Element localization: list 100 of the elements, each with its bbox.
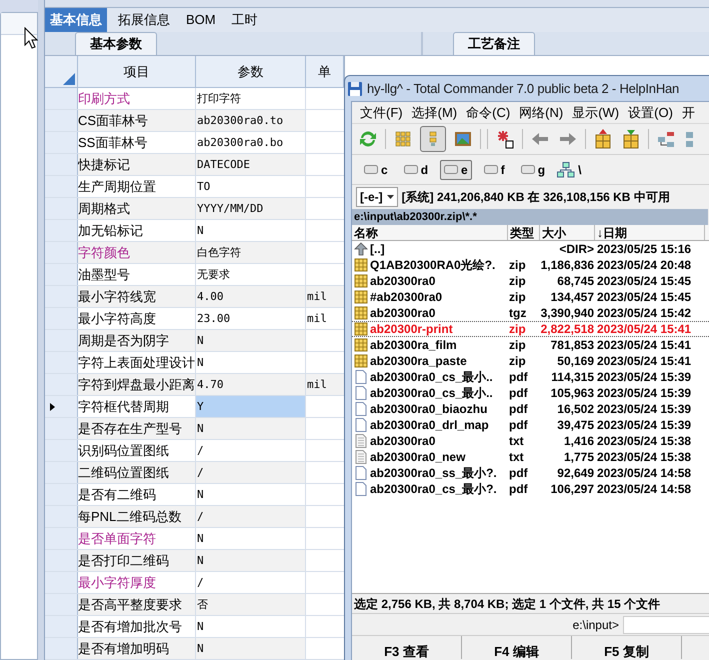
file-row[interactable]: ab20300ra0 tgz 3,390,940 2023/05/24 15:42 [352, 305, 709, 321]
table-cell: 是否高平整度要求 [78, 594, 196, 615]
file-name: ab20300ra0_cs_最小.. [370, 369, 493, 386]
file-name: ab20300ra0_drl_map [370, 417, 489, 434]
archive-icon [354, 354, 368, 368]
menu-item[interactable]: 命令(C) [466, 102, 510, 122]
corner-icon [63, 73, 75, 85]
file-row[interactable]: ab20300ra0_ss_最小?. pdf 92,649 2023/05/24 14:58 [352, 465, 709, 481]
archive-icon [354, 258, 368, 272]
drive-dropdown[interactable]: [-e-] [356, 187, 398, 207]
file-name: [..] [370, 241, 385, 258]
tab[interactable]: 拓展信息 [113, 8, 175, 32]
table-cell: N [196, 616, 306, 637]
table-cell: 生产周期位置 [78, 176, 196, 197]
table-cell: 4.70 [196, 374, 306, 395]
file-type: pdf [509, 370, 528, 384]
menu-item[interactable]: 设置(O) [628, 102, 673, 122]
table-cell: 字符到焊盘最小距离 [78, 374, 196, 395]
function-key-button[interactable]: F5 复制 [572, 636, 682, 659]
file-row[interactable]: Q1AB20300RA0光绘?. zip 1,186,836 2023/05/24 20:48 [352, 257, 709, 273]
function-key-button[interactable]: F4 编辑 [462, 636, 572, 659]
menu-item[interactable]: 网络(N) [519, 102, 564, 122]
file-row[interactable]: ab20300ra0 txt 1,416 2023/05/24 15:38 [352, 433, 709, 449]
table-cell: / [196, 572, 306, 593]
file-row[interactable]: [..] <DIR> 2023/05/25 15:16 [352, 241, 709, 257]
table-cell: 最小字符高度 [78, 308, 196, 329]
table-cell: 识别码位置图纸 [78, 440, 196, 461]
row-header[interactable] [45, 396, 78, 417]
drive-button[interactable]: d [400, 160, 432, 180]
tab[interactable]: 工时 [226, 8, 263, 32]
table-cell: 是否有二维码 [78, 484, 196, 505]
file-date: 2023/05/25 15:16 [597, 242, 692, 256]
table-cell: CS面菲林号 [78, 110, 196, 131]
file-row[interactable]: ab20300r-print zip 2,822,518 2023/05/24 15:41 [352, 321, 709, 337]
table-cell: 23.00 [196, 308, 306, 329]
file-row[interactable]: ab20300ra0 zip 68,745 2023/05/24 15:45 [352, 273, 709, 289]
file-row[interactable]: ab20300ra0_biaozhu pdf 16,502 2023/05/24 15:39 [352, 401, 709, 417]
column-header[interactable]: 类型 [508, 225, 540, 240]
table-cell: 每PNL二维码总数 [78, 506, 196, 527]
file-size: 92,649 [557, 466, 594, 480]
table-cell: 字符颜色 [78, 242, 196, 263]
file-row[interactable]: #ab20300ra0 zip 134,457 2023/05/24 15:45 [352, 289, 709, 305]
file-size: 50,169 [557, 354, 594, 368]
file-date: 2023/05/24 20:48 [597, 258, 692, 272]
network-drive-button[interactable]: \ [557, 160, 582, 178]
function-key-button[interactable]: F3 查看 [352, 636, 462, 659]
table-cell: N [196, 330, 306, 351]
command-line-field[interactable] [623, 616, 709, 634]
file-row[interactable]: ab20300ra_film zip 781,853 2023/05/24 15:41 [352, 337, 709, 353]
drive-icon [404, 165, 418, 174]
column-header[interactable]: 参数 [196, 56, 306, 87]
column-header[interactable]: ↓日期 [595, 225, 705, 240]
table-cell: N [196, 220, 306, 241]
drive-icon [364, 165, 378, 174]
file-name: Q1AB20300RA0光绘?. [370, 257, 496, 274]
table-cell: ab20300ra0.to [196, 110, 306, 131]
table-cell: 快捷标记 [78, 154, 196, 175]
drive-button[interactable]: g [516, 160, 550, 180]
subtab[interactable]: 工艺备注 [453, 32, 535, 55]
free-space-text: [系统] 241,206,840 KB 在 326,108,156 KB 中可用 [402, 189, 670, 206]
file-size: 114,315 [551, 370, 594, 384]
tab[interactable]: 基本信息 [45, 8, 107, 32]
file-type: pdf [509, 386, 528, 400]
file-row[interactable]: ab20300ra_paste zip 50,169 2023/05/24 15:41 [352, 353, 709, 369]
file-type: tgz [509, 306, 526, 320]
file-size: 781,853 [550, 338, 594, 352]
column-header[interactable]: 名称 [352, 225, 508, 240]
table-cell: 加无铅标记 [78, 220, 196, 241]
column-header[interactable]: 大小 [540, 225, 595, 240]
file-date: 2023/05/24 15:39 [597, 386, 692, 400]
file-row[interactable]: ab20300ra0_cs_最小.. pdf 105,963 2023/05/24 15:39 [352, 385, 709, 401]
file-row[interactable]: ab20300ra0_cs_最小?. pdf 106,297 2023/05/24 14:58 [352, 481, 709, 497]
table-cell: 二维码位置图纸 [78, 462, 196, 483]
column-header[interactable]: 项目 [78, 56, 196, 87]
list-view-button[interactable] [420, 126, 446, 152]
file-size: 134,457 [550, 290, 594, 304]
file-size: 106,297 [550, 482, 594, 496]
drive-button[interactable]: e [440, 160, 472, 180]
up-arrow-icon [354, 242, 368, 256]
drive-button[interactable]: c [360, 160, 392, 180]
file-row[interactable]: ab20300ra0_cs_最小.. pdf 114,315 2023/05/24 15:39 [352, 369, 709, 385]
tab[interactable]: BOM [181, 8, 221, 32]
file-name: ab20300ra_film [370, 337, 457, 354]
table-cell: N [196, 528, 306, 549]
file-name: ab20300ra_paste [370, 353, 467, 370]
menu-item[interactable]: 显示(W) [572, 102, 620, 122]
file-type: zip [509, 354, 526, 368]
subtab[interactable]: 基本参数 [75, 32, 157, 55]
table-cell: 周期格式 [78, 198, 196, 219]
file-row[interactable]: ab20300ra0_new txt 1,775 2023/05/24 15:38 [352, 449, 709, 465]
menu-item[interactable]: 选择(M) [412, 102, 458, 122]
menu-item[interactable]: 文件(F) [360, 102, 403, 122]
file-date: 2023/05/24 15:38 [597, 450, 692, 464]
drive-button[interactable]: f [480, 160, 509, 180]
table-cell: 否 [196, 594, 306, 615]
table-cell: 字符上表面处理设计 [78, 352, 196, 373]
file-date: 2023/05/24 15:39 [597, 370, 692, 384]
menu-item[interactable]: 开 [682, 102, 695, 122]
table-cell: / [196, 440, 306, 461]
file-row[interactable]: ab20300ra0_drl_map pdf 39,475 2023/05/24 15:39 [352, 417, 709, 433]
